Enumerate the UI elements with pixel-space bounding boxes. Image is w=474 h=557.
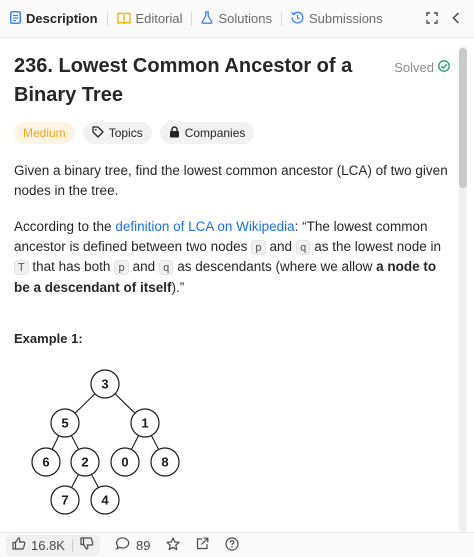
tree-node: 5: [50, 408, 80, 438]
solved-status: Solved: [394, 60, 450, 75]
tab-editorial[interactable]: Editorial: [116, 0, 183, 38]
code-q: q: [158, 260, 174, 275]
tab-description[interactable]: Description: [10, 0, 98, 38]
code-p: p: [114, 260, 129, 275]
history-icon: [291, 11, 304, 26]
star-icon[interactable]: [166, 536, 181, 554]
tree-node-label: 7: [61, 493, 68, 508]
tree-node: 2: [70, 447, 100, 477]
tree-node: 4: [90, 485, 120, 515]
share-icon[interactable]: [196, 537, 209, 553]
title-row: 236. Lowest Common Ancestor of a Binary …: [14, 52, 450, 110]
wikipedia-link[interactable]: definition of LCA on Wikipedia: [115, 219, 294, 234]
text-span: According to the: [14, 219, 116, 234]
code-q: q: [295, 239, 311, 255]
comments-button[interactable]: 89: [116, 537, 150, 553]
tab-bar: Description Editorial Solutions Submissi…: [0, 0, 474, 38]
like-count: 16.8K: [31, 537, 65, 553]
text-span: that has both: [28, 259, 115, 274]
code-T: T: [14, 260, 29, 275]
tab-solutions-label: Solutions: [218, 11, 272, 26]
code-p: p: [251, 239, 266, 255]
tree-nodes: 3 5 1 6 2 0 8 7 4: [31, 369, 180, 515]
difficulty-badge: Medium: [14, 122, 75, 144]
tab-tools: [426, 0, 460, 38]
tab-solutions[interactable]: Solutions: [201, 0, 272, 38]
thumbs-up-icon[interactable]: [12, 537, 26, 553]
like-divider: [71, 538, 73, 552]
expand-icon[interactable]: [426, 11, 438, 27]
tab-submissions[interactable]: Submissions: [291, 0, 383, 38]
lock-icon: [169, 125, 180, 141]
problem-content: 236. Lowest Common Ancestor of a Binary …: [14, 52, 450, 297]
comment-count: 89: [135, 537, 151, 553]
solved-label: Solved: [394, 60, 434, 75]
tree-edges: [45, 383, 166, 501]
problem-title: 236. Lowest Common Ancestor of a Binary …: [14, 55, 353, 106]
tree-node: 3: [90, 369, 120, 399]
check-circle-icon: [438, 60, 450, 75]
bottom-toolbar: 16.8K 89: [0, 532, 474, 557]
example-title: Example 1:: [14, 331, 83, 346]
tree-node-label: 6: [42, 455, 49, 470]
tab-divider: [106, 11, 108, 26]
tag-row: Medium Topics Companies: [14, 122, 450, 144]
companies-button[interactable]: Companies: [159, 122, 255, 144]
text-span: as descendants (where we allow: [173, 259, 377, 274]
description-icon: [10, 11, 21, 26]
description-paragraph-2: According to the definition of LCA on Wi…: [14, 217, 450, 297]
thumbs-down-icon[interactable]: [80, 537, 94, 553]
comment-icon: [116, 537, 130, 553]
text-span: ).”: [171, 279, 185, 295]
like-dislike-group: 16.8K: [6, 534, 100, 556]
text-span: and: [265, 238, 296, 254]
tree-node-label: 0: [121, 455, 128, 470]
tree-node: 0: [110, 447, 140, 477]
text-span: as the lowest node in: [310, 238, 442, 254]
collapse-chevron-icon[interactable]: [452, 11, 460, 27]
tag-icon: [92, 125, 104, 141]
tab-submissions-label: Submissions: [308, 11, 383, 26]
tab-divider: [191, 11, 193, 26]
help-icon[interactable]: [225, 536, 240, 554]
tree-node-label: 8: [161, 455, 168, 470]
companies-label: Companies: [184, 126, 246, 140]
tab-description-label: Description: [26, 11, 98, 26]
text-span: and: [128, 259, 159, 274]
topics-label: Topics: [108, 126, 143, 140]
tree-node-label: 3: [101, 377, 108, 392]
tree-node-label: 4: [101, 493, 109, 508]
flask-icon: [201, 11, 214, 26]
tree-node: 6: [31, 447, 61, 477]
tree-node: 8: [150, 447, 180, 477]
scrollbar[interactable]: [459, 46, 467, 532]
tree-node: 7: [50, 485, 80, 515]
tree-node-label: 1: [141, 416, 148, 431]
description-paragraph-1: Given a binary tree, find the lowest com…: [14, 163, 448, 198]
example-tree-diagram: 3 5 1 6 2 0 8 7 4: [31, 369, 180, 515]
tree-node-label: 5: [61, 416, 68, 431]
tree-node: 1: [130, 408, 160, 438]
scrollbar-thumb[interactable]: [459, 48, 467, 188]
topics-button[interactable]: Topics: [82, 122, 152, 144]
tab-editorial-label: Editorial: [135, 11, 183, 26]
book-icon: [116, 11, 131, 26]
tab-divider: [280, 11, 282, 26]
tree-node-label: 2: [81, 455, 88, 470]
